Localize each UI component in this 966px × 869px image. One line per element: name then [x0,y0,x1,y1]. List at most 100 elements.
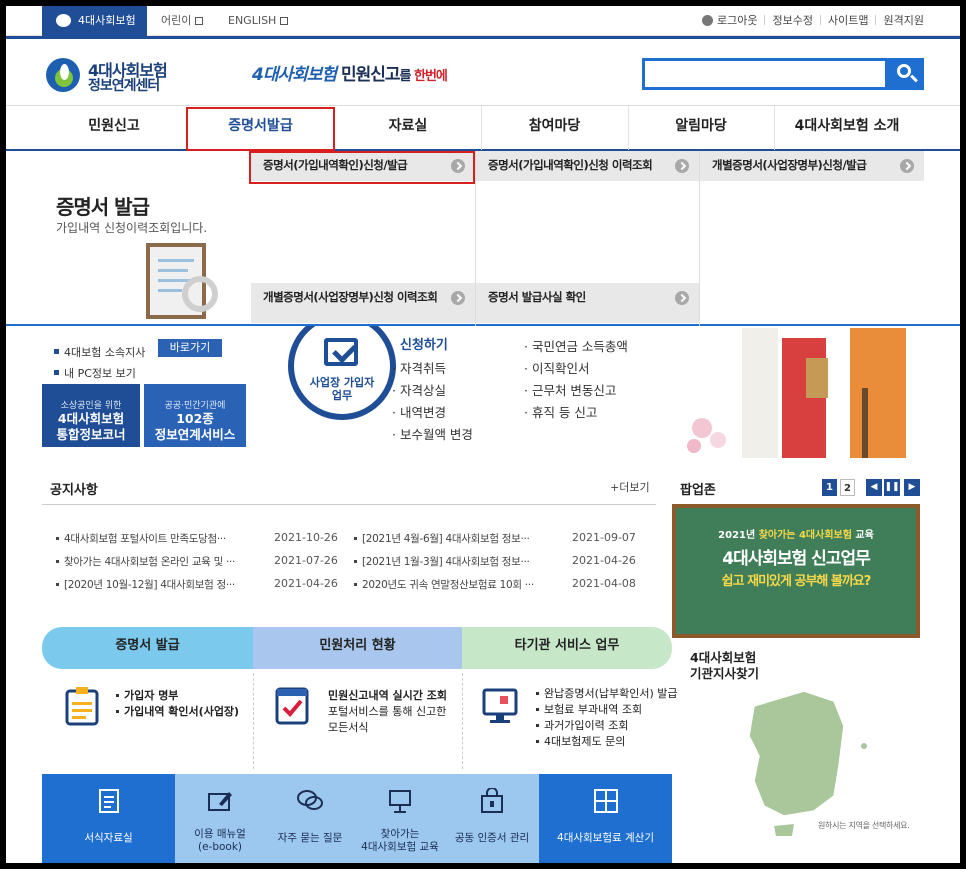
next-icon[interactable]: ▶ [904,479,920,496]
education-button[interactable]: 찾아가는 4대사회보험 교육 [355,774,445,863]
search-icon [897,64,911,78]
header-slogan: 4대사회보험 민원신고를 한번에 [252,65,448,85]
info-linkage-service-banner[interactable]: 공공·민간기관에 102종 정보연계서비스 [144,384,246,447]
tab-certificate-issue[interactable]: 증명서 발급 [42,627,253,669]
notice-divider [42,504,656,505]
tab3-line: 완납증명서(납부확인서) 발급 [544,687,678,700]
dropdown-subtitle: 가입내역 신청이력조회입니다. [56,221,208,235]
premium-calculator-button[interactable]: 4대사회보험료 계산기 [539,774,672,863]
nav-complaint-report[interactable]: 민원신고 [44,106,184,150]
forms-library-button[interactable]: 서식자료실 [42,774,175,863]
notice-item[interactable]: 2020년도 귀속 연말정산보험료 10회 ··· [354,577,534,592]
service-item[interactable]: · 자격취득 [392,358,446,377]
notice-date: 2021-07-26 [274,554,338,567]
search-button[interactable] [888,58,924,90]
nav-notice[interactable]: 알림마당 [628,106,774,150]
tab3-line: 과거가입이력 조회 [544,719,629,732]
service-item[interactable]: · 내역변경 [392,402,446,421]
notice-date: 2021-09-07 [572,531,636,544]
header-divider [6,36,960,39]
calculator-icon [593,789,618,813]
notice-more-link[interactable]: +더보기 [610,479,650,495]
notice-date: 2021-10-26 [274,531,338,544]
highlight-menu-certificate-apply [249,151,475,184]
tab-kids[interactable]: 어린이 [161,6,204,36]
tab3-line: 보험료 부과내역 조회 [544,703,643,716]
certificate-manage-button[interactable]: 공동 인증서 관리 [445,774,539,863]
notice-item[interactable]: [2021년 4월-6월] 4대사회보험 정보··· [354,531,530,546]
remote-support-link[interactable]: 원격지원 [883,14,923,27]
gear-icon [182,276,218,312]
checklist-icon [275,687,309,725]
nav-library[interactable]: 자료실 [335,106,481,150]
service-item[interactable]: · 휴직 등 신고 [524,402,597,421]
service-item[interactable]: · 국민연금 소득총액 [524,336,628,355]
prev-icon[interactable]: ◀ [866,479,882,496]
user-manual-button[interactable]: 이용 매뉴얼 (e-book) [175,774,265,863]
menu-individual-certificate-history[interactable]: 개별증명서(사업장명부)신청 이력조회 [251,283,475,323]
branch-finder-title: 4대사회보험 기관지사찾기 [690,650,760,681]
apply-link[interactable]: 신청하기 [400,334,448,353]
notice-date: 2021-04-26 [572,554,636,567]
workers-illustration [687,328,906,458]
quick-pc-info-link[interactable]: 내 PC정보 보기 [54,365,136,381]
new-window-icon [280,17,289,25]
highlight-nav-certificate [186,107,335,151]
quick-branch-link[interactable]: 4대보험 소속지사 [54,344,145,360]
dropdown-title: 증명서 발급 [56,195,150,219]
edit-book-icon [208,792,232,811]
notice-item[interactable]: 찾아가는 4대사회보험 온라인 교육 및 ··· [56,554,235,569]
chevron-right-icon [675,291,689,305]
tab-complaint-status[interactable]: 민원처리 현황 [253,627,462,669]
chevron-right-icon [675,159,689,173]
notice-item[interactable]: 4대사회보험 포털사이트 만족도당첨··· [56,531,226,546]
service-item[interactable]: · 자격상실 [392,380,446,399]
chat-bubbles-icon [297,790,323,810]
go-button[interactable]: 바로가기 [158,339,222,357]
tab2-line: 포털서비스를 통해 신고한 [328,705,447,718]
tab-other-agency[interactable]: 타기관 서비스 업무 [462,627,672,669]
sitemap-link[interactable]: 사이트맵 [828,14,868,27]
tab1-line: 가입내역 확인서(사업장) [124,705,240,718]
menu-individual-certificate-apply[interactable]: 개별증명서(사업장명부)신청/발급 [700,151,924,181]
new-window-icon [195,17,204,25]
search-input[interactable] [642,58,888,90]
education-banner[interactable]: 2021년 찾아가는 4대사회보험 교육 4대사회보험 신고업무 쉽고 재미있게… [672,504,920,638]
service-item[interactable]: · 이직확인서 [524,358,589,377]
nav-participation[interactable]: 참여마당 [481,106,628,150]
menu-certificate-history[interactable]: 증명서(가입내역확인)신청 이력조회 [476,151,699,181]
notice-title: 공지사항 [50,483,98,498]
tab2-line: 모든서식 [328,721,369,734]
pause-icon[interactable]: ❚❚ [884,479,900,496]
nav-about[interactable]: 4대사회보험 소개 [774,106,920,150]
popup-page-1[interactable]: 1 [822,479,837,496]
notice-item[interactable]: [2021년 1월-3월] 4대사회보험 정보··· [354,554,530,569]
tab1-line: 가입자 명부 [124,689,179,702]
tab-4-social-insurance[interactable]: 4대사회보험 [42,6,147,36]
faq-button[interactable]: 자주 묻는 질문 [265,774,355,863]
map-hint: 원하시는 지역을 선택하세요. [818,821,910,830]
smb-info-corner-banner[interactable]: 소상공인을 위한 4대사회보험 통합정보코너 [42,384,140,447]
popup-page-2[interactable]: 2 [840,479,855,496]
workplace-member-badge: 사업장 가입자 업무 [288,312,396,420]
presentation-board-icon [389,790,411,813]
chevron-right-icon [900,159,914,173]
document-icon [98,789,119,813]
main-nav: 민원신고 증명서발급 자료실 참여마당 알림마당 4대사회보험 소개 [6,105,960,151]
service-item[interactable]: · 근무처 변동신고 [524,380,616,399]
utility-links: 로그아웃 정보수정 사이트맵 원격지원 [702,6,924,36]
service-item[interactable]: · 보수월액 변경 [392,424,473,443]
chevron-right-icon [451,291,465,305]
logo-subtitle[interactable]: 정보연계센터 [88,75,160,95]
notice-date: 2021-04-08 [572,577,636,590]
popup-zone-title: 팝업존 [680,483,716,498]
tab-english[interactable]: ENGLISH [228,6,289,36]
checkbox-icon [324,338,358,366]
tab2-line[interactable]: 민원신고내역 실시간 조회 [328,688,447,703]
site-logo-icon[interactable] [46,58,80,92]
notice-item[interactable]: [2020년 10월-12월] 4대사회보험 정··· [56,577,235,592]
tab3-line: 4대보험제도 문의 [544,735,626,748]
edit-info-link[interactable]: 정보수정 [772,14,812,27]
menu-certificate-verify[interactable]: 증명서 발급사실 확인 [476,283,699,323]
logout-link[interactable]: 로그아웃 [717,14,757,27]
